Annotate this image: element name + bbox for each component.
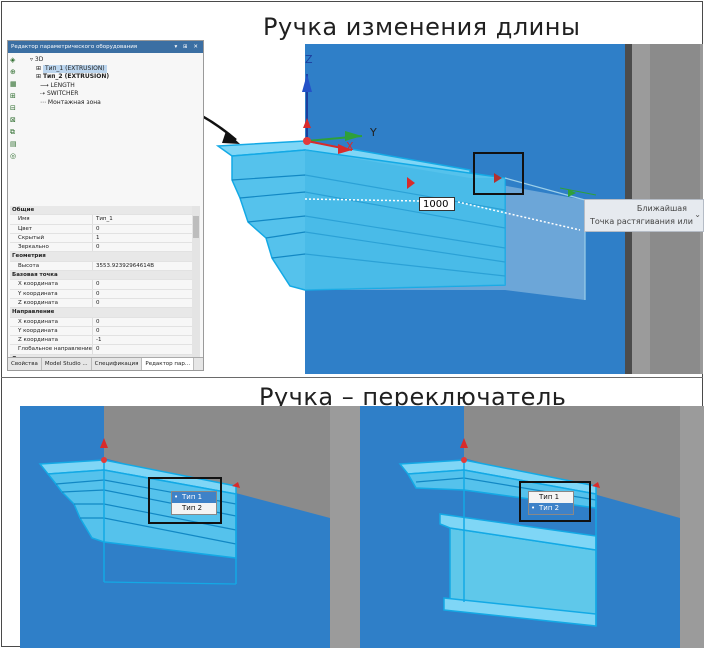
property-group-label: Геометрия	[12, 253, 46, 260]
tab-specification[interactable]: Спецификация	[92, 358, 143, 370]
panel-tabs: Свойства Model Studio ... Спецификация Р…	[8, 357, 203, 370]
tab-properties[interactable]: Свойства	[8, 358, 42, 370]
property-group[interactable]: Базовая точка	[10, 271, 194, 281]
property-row[interactable]: Y координата 0	[10, 289, 194, 299]
property-row[interactable]: Z координата -1	[10, 336, 194, 346]
tool-icon-7[interactable]: ⧉	[10, 128, 22, 138]
property-group[interactable]: Общие	[10, 206, 194, 216]
property-value[interactable]: 0	[93, 243, 194, 251]
switch-option-type1[interactable]: • Тип 1	[172, 492, 216, 503]
property-name: Скрытый	[10, 233, 93, 243]
tab-model-studio[interactable]: Model Studio ...	[42, 358, 92, 370]
property-row[interactable]: Высота 3553.92392964614В	[10, 261, 194, 272]
property-value[interactable]: 0	[93, 345, 194, 353]
property-row[interactable]: X координата 0	[10, 280, 194, 290]
property-value[interactable]: 0	[93, 318, 194, 326]
property-group-label: Общие	[12, 207, 35, 213]
property-row[interactable]: Цвет 0	[10, 224, 194, 234]
tree-item-type2[interactable]: ⊞ Тип_2 (EXTRUSION)	[26, 73, 201, 82]
tool-icon-2[interactable]: ⊕	[10, 68, 22, 78]
panel-window-controls[interactable]: ▾ ⊞ ✕	[175, 41, 200, 53]
object-tree: ▿ 3D ⊞ Тип_1 (EXTRUSION) ⊞ Тип_2 (EXTRUS…	[26, 56, 201, 107]
tool-icon-3[interactable]: ▦	[10, 80, 22, 90]
snap-tooltip: Ближайшая Точка растягивания или ⌄	[584, 199, 704, 232]
property-value[interactable]: 1	[93, 234, 194, 242]
property-name: Зеркально	[10, 243, 93, 252]
property-name: Y координата	[10, 289, 93, 298]
tool-icon-4[interactable]: ⊞	[10, 92, 22, 102]
property-name: Y координата	[10, 326, 93, 336]
property-value[interactable]: 0	[93, 280, 194, 288]
panel-title: Редактор параметрического оборудования	[11, 44, 138, 50]
parametric-editor-panel: Редактор параметрического оборудования ▾…	[7, 40, 204, 371]
property-name: Глобальное направление	[10, 345, 93, 354]
property-value[interactable]: 0	[93, 327, 194, 335]
scroll-thumb[interactable]	[193, 216, 199, 238]
switch-option-type2[interactable]: • Тип 2	[529, 503, 573, 514]
property-row[interactable]: Y координата 0	[10, 326, 194, 337]
tree-item-type1[interactable]: ⊞ Тип_1 (EXTRUSION)	[26, 64, 201, 73]
tool-icon-1[interactable]: ◈	[10, 56, 22, 66]
snap-tooltip-line2: Точка растягивания или	[590, 217, 693, 226]
tab-parametric-editor[interactable]: Редактор пар...	[142, 358, 195, 370]
z-axis-label: Z	[305, 53, 314, 66]
tree-item-length[interactable]: ⟶ LENGTH	[26, 82, 201, 91]
property-name: Имя	[10, 215, 93, 224]
property-row[interactable]: X координата 0	[10, 317, 194, 327]
panel-title-bar[interactable]: Редактор параметрического оборудования ▾…	[8, 41, 203, 53]
property-group[interactable]: Направление	[10, 308, 194, 318]
switch-popup-right: Тип 1 • Тип 2	[528, 491, 574, 515]
property-value[interactable]: -1	[93, 336, 194, 344]
property-value[interactable]: 0	[93, 299, 194, 307]
property-grid: Общие Имя Тип_1 Цвет 0 Скрытый 1 Зеркально 0 Геом…	[10, 206, 194, 370]
switch-option-type2[interactable]: Тип 2	[172, 503, 216, 514]
property-name: Цвет	[10, 224, 93, 233]
property-name: X координата	[10, 317, 93, 326]
property-name: Z координата	[10, 298, 93, 308]
property-row[interactable]: Z координата 0	[10, 298, 194, 309]
tree-item-switcher[interactable]: ⇢ SWITCHER	[26, 90, 201, 99]
property-name: X координата	[10, 280, 93, 289]
tool-icon-6[interactable]: ⊠	[10, 116, 22, 126]
panel-toolbar: ◈ ⊕ ▦ ⊞ ⊟ ⊠ ⧉ ▤ ◎	[10, 56, 22, 164]
property-row[interactable]: Зеркально 0	[10, 243, 194, 253]
property-value[interactable]: Тип_1	[93, 215, 194, 223]
length-input[interactable]: 1000	[419, 197, 455, 211]
switch-popup-left: • Тип 1 Тип 2	[171, 491, 217, 515]
property-value[interactable]: 3553.92392964614В	[93, 262, 194, 270]
property-row[interactable]: Скрытый 1	[10, 233, 194, 244]
tool-icon-8[interactable]: ▤	[10, 140, 22, 150]
y-axis-label: Y	[370, 126, 378, 139]
property-group[interactable]: Геометрия	[10, 252, 194, 262]
property-name: Z координата	[10, 336, 93, 345]
tool-icon-5[interactable]: ⊟	[10, 104, 22, 114]
property-row[interactable]: Глобальное направление 0	[10, 345, 194, 355]
x-axis-label: X	[346, 140, 355, 153]
property-value[interactable]: 0	[93, 290, 194, 298]
tree-item-mount-zone[interactable]: ⋯ Монтажная зона	[26, 99, 201, 108]
property-value[interactable]: 0	[93, 225, 194, 233]
chevron-down-icon[interactable]: ⌄	[694, 210, 701, 219]
snap-tooltip-line1: Ближайшая	[636, 204, 687, 213]
property-group-label: Направление	[12, 309, 55, 316]
tree-item-3d[interactable]: ▿ 3D	[26, 56, 201, 65]
property-group-label: Базовая точка	[12, 272, 58, 279]
property-name: Высота	[10, 261, 93, 271]
tool-icon-9[interactable]: ◎	[10, 152, 22, 162]
switch-option-type1[interactable]: Тип 1	[529, 492, 573, 503]
property-scrollbar[interactable]	[192, 206, 200, 370]
property-row[interactable]: Имя Тип_1	[10, 215, 194, 225]
